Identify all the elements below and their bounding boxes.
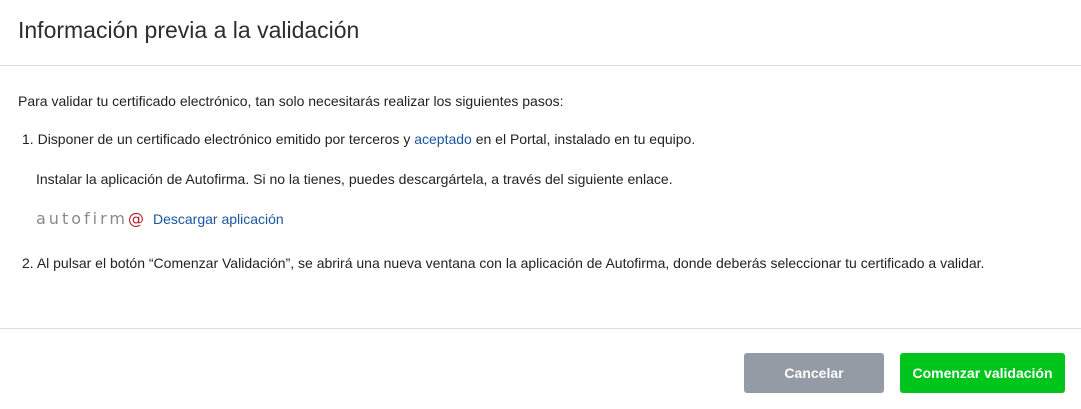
dialog-header: Información previa a la validación: [0, 0, 1081, 66]
step-2: 2. Al pulsar el botón “Comenzar Validaci…: [22, 254, 1081, 272]
autofirma-logo-accent: @: [127, 209, 147, 228]
autofirma-logo: autofirm @: [36, 210, 147, 228]
step-1-number: 1.: [22, 131, 34, 147]
step-2-text: Al pulsar el botón “Comenzar Validación”…: [36, 255, 985, 271]
step-1-text-after: en el Portal, instalado en tu equipo.: [475, 131, 696, 147]
step-2-number: 2.: [22, 255, 34, 271]
intro-text: Para validar tu certificado electrónico,…: [18, 93, 564, 109]
download-app-link[interactable]: Descargar aplicación: [153, 210, 284, 228]
validation-info-dialog: Información previa a la validación Para …: [0, 0, 1081, 409]
dialog-body: Para validar tu certificado electrónico,…: [0, 66, 1081, 329]
step-1: 1. Disponer de un certificado electrónic…: [22, 130, 1081, 148]
step-1-text-before: Disponer de un certificado electrónico e…: [37, 131, 411, 147]
start-validation-button[interactable]: Comenzar validación: [900, 353, 1065, 393]
accepted-link[interactable]: aceptado: [414, 131, 472, 147]
install-instructions: Instalar la aplicación de Autofirma. Si …: [36, 171, 673, 187]
cancel-button[interactable]: Cancelar: [744, 353, 884, 393]
dialog-title: Información previa a la validación: [18, 17, 360, 43]
autofirma-download-row: autofirm @ Descargar aplicación: [36, 206, 1081, 232]
autofirma-logo-text: autofirm: [36, 209, 128, 228]
dialog-footer: Cancelar Comenzar validación: [0, 329, 1081, 409]
